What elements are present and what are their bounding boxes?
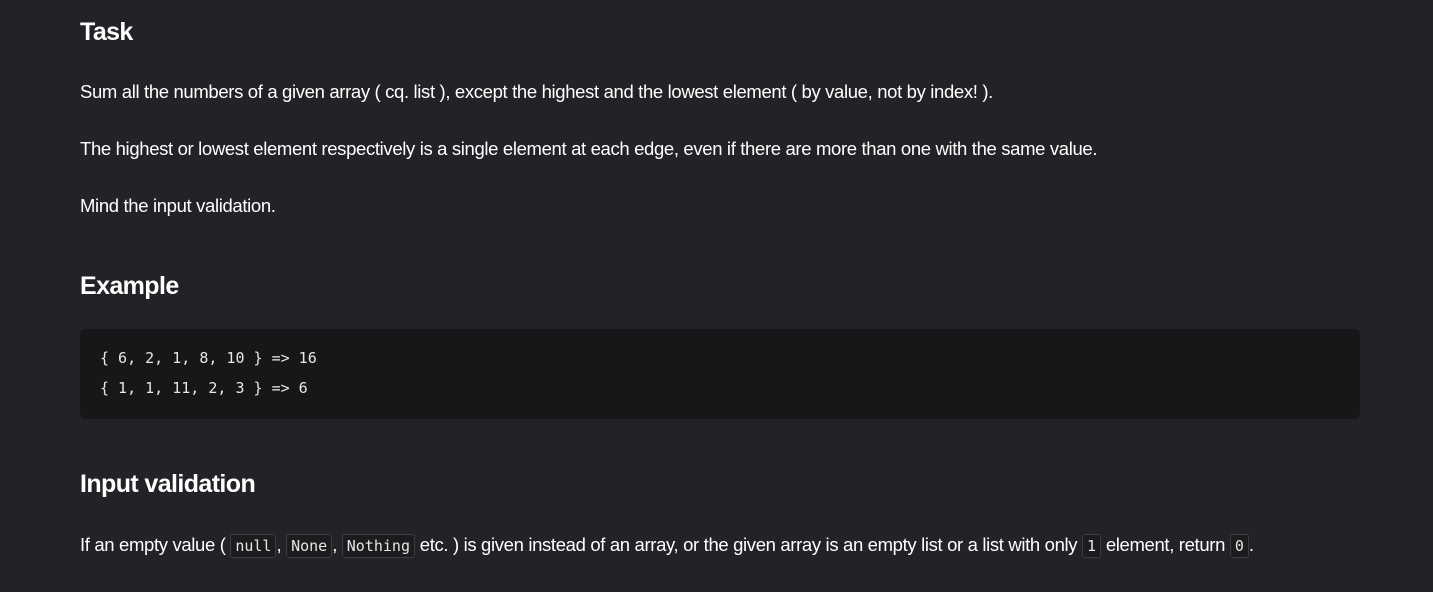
- validation-text: element, return: [1105, 534, 1226, 555]
- task-paragraph-2: The highest or lowest element respective…: [80, 138, 1098, 159]
- inline-code-none: None: [286, 534, 333, 558]
- code-line: { 1, 1, 11, 2, 3 } => 6: [100, 379, 308, 397]
- separator: ,: [276, 534, 282, 555]
- input-validation-heading: Input validation: [80, 470, 256, 498]
- separator: ,: [332, 534, 337, 555]
- inline-code-zero: 0: [1229, 534, 1249, 558]
- example-code-block: { 6, 2, 1, 8, 10 } => 16 { 1, 1, 11, 2, …: [80, 329, 1360, 419]
- task-paragraph-1: Sum all the numbers of a given array ( c…: [80, 81, 993, 102]
- inline-code-one: 1: [1082, 534, 1102, 558]
- validation-text: .: [1248, 534, 1254, 555]
- inline-code-nothing: Nothing: [341, 534, 415, 558]
- input-validation-paragraph: If an empty value ( null, None, Nothing …: [80, 531, 1254, 560]
- inline-code-null: null: [230, 534, 277, 558]
- validation-text: etc. ) is given instead of an array, or …: [419, 534, 1078, 555]
- validation-text: If an empty value (: [80, 534, 226, 555]
- task-heading: Task: [80, 18, 133, 46]
- code-line: { 6, 2, 1, 8, 10 } => 16: [100, 349, 317, 367]
- task-paragraph-3: Mind the input validation.: [80, 195, 276, 216]
- example-heading: Example: [80, 272, 179, 300]
